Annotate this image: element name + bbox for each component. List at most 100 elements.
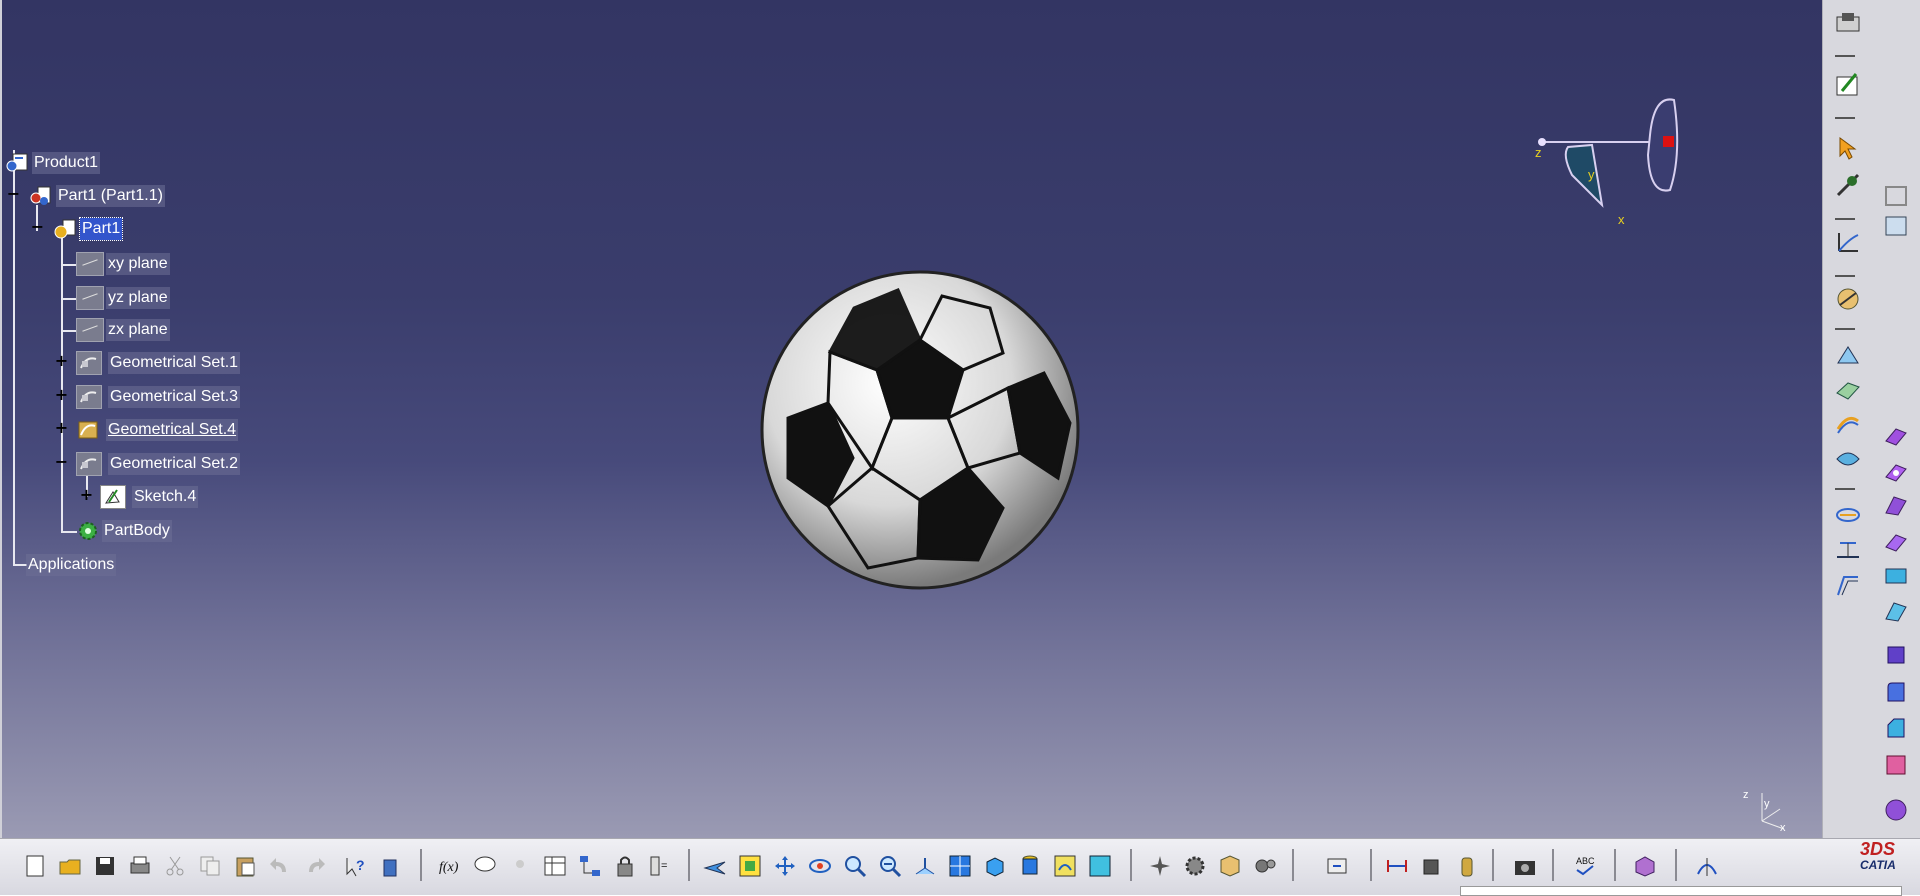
toolbar-separator	[1492, 849, 1494, 881]
tree-item-sketch[interactable]: Sketch.4	[100, 484, 199, 510]
join-tool-icon[interactable]	[1833, 444, 1863, 474]
tree-item-yz-plane[interactable]: yz plane	[76, 285, 170, 311]
shading-icon[interactable]	[1015, 851, 1045, 881]
fit-all-icon[interactable]	[735, 851, 765, 881]
analysis-icon[interactable]	[1145, 851, 1175, 881]
help-icon[interactable]: ?	[340, 851, 370, 881]
catia-logo: 3DS CATIA	[1860, 840, 1918, 890]
snap-tool-icon[interactable]	[1833, 170, 1863, 200]
tree-label-geometrical-set: Geometrical Set.3	[108, 386, 241, 408]
paste-icon[interactable]	[230, 851, 260, 881]
open-folder-icon[interactable]	[55, 851, 85, 881]
solid-feature-icon[interactable]	[1881, 640, 1911, 670]
groove-feature-icon[interactable]	[1881, 526, 1911, 556]
tree-item-product[interactable]: Product1	[6, 150, 101, 176]
knowledge-icon[interactable]	[505, 851, 535, 881]
sketch-icon	[100, 485, 126, 509]
part-instance-icon	[30, 185, 54, 207]
expand-toggle[interactable]: +	[54, 353, 69, 369]
fly-mode-icon[interactable]	[700, 851, 730, 881]
options-gear-icon[interactable]	[1180, 851, 1210, 881]
tree-item-applications[interactable]: Applications	[26, 552, 117, 578]
table-icon[interactable]	[540, 851, 570, 881]
extrude-surface-icon[interactable]	[1833, 408, 1863, 438]
compass-widget[interactable]: z y x	[1532, 95, 1692, 230]
tree-structure-icon[interactable]	[575, 851, 605, 881]
rotate-icon[interactable]	[805, 851, 835, 881]
command-input-field[interactable]	[1460, 886, 1902, 896]
thread-feature-icon[interactable]	[1881, 795, 1911, 825]
tree-item-partbody[interactable]: PartBody	[76, 518, 172, 544]
print-icon[interactable]	[125, 851, 155, 881]
tree-item-xy-plane[interactable]: xy plane	[76, 251, 170, 277]
undo-icon[interactable]	[265, 851, 295, 881]
delete-icon[interactable]	[375, 851, 405, 881]
lock-icon[interactable]	[610, 851, 640, 881]
fillet-feature-icon[interactable]	[1881, 678, 1911, 708]
intersection-tool-icon[interactable]	[1833, 500, 1863, 530]
toolbar-separator	[688, 849, 690, 881]
hole-feature-icon[interactable]	[1881, 560, 1911, 590]
rib-feature-icon[interactable]	[1881, 596, 1911, 626]
point-tool-icon[interactable]	[1833, 340, 1863, 370]
chamfer-feature-icon[interactable]	[1881, 714, 1911, 744]
measure-between-icon[interactable]	[1382, 851, 1412, 881]
formula-icon[interactable]: f(x)	[435, 851, 465, 881]
frame-tool-icon[interactable]	[1881, 210, 1911, 240]
update-icon[interactable]	[1322, 851, 1352, 881]
save-icon[interactable]	[90, 851, 120, 881]
swap-visible-space-icon[interactable]	[1085, 851, 1115, 881]
3d-viewport[interactable]: Product1 − Part1 (Part1.1) − Part1 xy pl…	[0, 0, 1824, 838]
parameters-icon[interactable]: =	[645, 851, 675, 881]
tree-item-zx-plane[interactable]: zx plane	[76, 317, 170, 343]
tree-item-geometrical-set-4[interactable]: Geometrical Set.4	[76, 417, 239, 443]
redo-icon[interactable]	[300, 851, 330, 881]
measure-item-icon[interactable]	[1417, 851, 1447, 881]
sketch-tool-icon[interactable]	[1833, 70, 1863, 100]
tree-item-geometrical-set-1[interactable]: Geometrical Set.1	[76, 350, 241, 376]
catalog-icon[interactable]	[1215, 851, 1245, 881]
collapse-toggle[interactable]: −	[6, 186, 21, 202]
collapse-toggle[interactable]: −	[54, 454, 69, 470]
sectioning-icon[interactable]	[1692, 851, 1722, 881]
expand-toggle[interactable]: +	[54, 420, 69, 436]
collapse-toggle[interactable]: −	[30, 219, 45, 235]
tree-line	[13, 150, 15, 566]
shell-feature-icon[interactable]	[1881, 750, 1911, 780]
grid-tool-icon[interactable]	[1881, 180, 1911, 210]
svg-text:f(x): f(x)	[439, 860, 459, 875]
comment-icon[interactable]	[470, 851, 500, 881]
expand-toggle[interactable]: +	[54, 387, 69, 403]
shaft-feature-icon[interactable]	[1881, 490, 1911, 520]
plane-tool-icon[interactable]	[1833, 374, 1863, 404]
measure-inertia-icon[interactable]	[1452, 851, 1482, 881]
new-file-icon[interactable]	[20, 851, 50, 881]
macro-gears-icon[interactable]	[1250, 851, 1280, 881]
hide-show-icon[interactable]	[1050, 851, 1080, 881]
expand-toggle[interactable]: +	[79, 487, 94, 503]
zoom-in-icon[interactable]	[840, 851, 870, 881]
normal-view-icon[interactable]	[910, 851, 940, 881]
tree-item-geometrical-set-3[interactable]: Geometrical Set.3	[76, 384, 241, 410]
pocket-feature-icon[interactable]	[1881, 456, 1911, 486]
measure-tool-icon[interactable]	[1833, 284, 1863, 314]
projection-tool-icon[interactable]	[1833, 534, 1863, 564]
spell-check-icon[interactable]: ABC	[1570, 851, 1600, 881]
offset-tool-icon[interactable]	[1833, 570, 1863, 600]
pad-feature-icon[interactable]	[1881, 420, 1911, 450]
iso-view-icon[interactable]	[980, 851, 1010, 881]
tree-item-part-instance[interactable]: Part1 (Part1.1)	[30, 183, 165, 209]
zoom-out-icon[interactable]	[875, 851, 905, 881]
tree-item-geometrical-set-2[interactable]: Geometrical Set.2	[76, 451, 241, 477]
apply-material-icon[interactable]	[1630, 851, 1660, 881]
select-arrow-icon[interactable]	[1833, 133, 1863, 163]
capture-camera-icon[interactable]	[1510, 851, 1540, 881]
tree-item-part[interactable]: Part1	[54, 216, 124, 242]
soccer-ball-model[interactable]	[758, 268, 1082, 592]
cut-icon[interactable]	[160, 851, 190, 881]
axis-system-icon[interactable]	[1833, 228, 1863, 258]
pan-icon[interactable]	[770, 851, 800, 881]
product-render-icon[interactable]	[1833, 8, 1863, 38]
multi-view-icon[interactable]	[945, 851, 975, 881]
copy-icon[interactable]	[195, 851, 225, 881]
